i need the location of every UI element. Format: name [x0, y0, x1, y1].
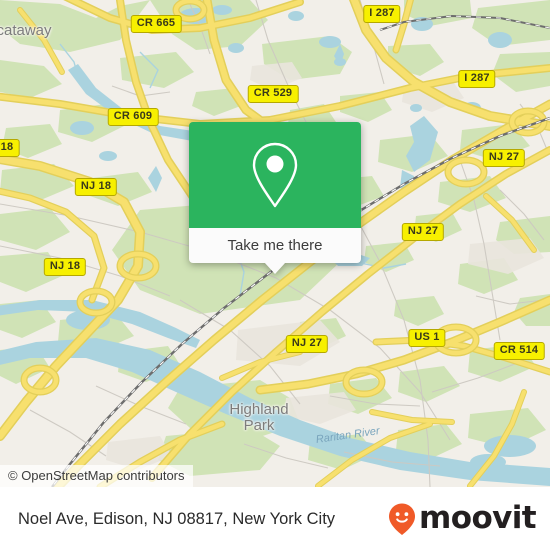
road-shield: NJ 27 — [482, 149, 526, 167]
moovit-smiley-pin-icon — [389, 503, 416, 535]
road-shield: I 287 — [363, 5, 401, 23]
moovit-logo[interactable]: moovit — [387, 500, 537, 536]
popup-tail-pointer — [264, 262, 286, 274]
place-label: Highland Park — [229, 401, 289, 434]
moovit-map-screenshot: CR 665 I 287 CR 529 I 287 CR 609 18 NJ 27 NJ 18… — [0, 0, 550, 550]
map-pin-icon — [252, 142, 298, 208]
popup-action-bar[interactable]: Take me there — [189, 228, 361, 263]
take-me-there-label: Take me there — [227, 236, 323, 254]
road-shield: US 1 — [408, 329, 446, 347]
road-shield: NJ 18 — [43, 258, 87, 276]
road-shield: CR 514 — [493, 342, 545, 360]
destination-popup-card[interactable]: Take me there — [189, 122, 361, 274]
road-shield: NJ 18 — [74, 178, 118, 196]
footer-bar: Noel Ave, Edison, NJ 08817, New York Cit… — [0, 487, 550, 550]
road-shield: CR 665 — [130, 15, 182, 33]
map-canvas[interactable]: CR 665 I 287 CR 529 I 287 CR 609 18 NJ 27 NJ 18… — [0, 0, 550, 487]
road-shield: CR 529 — [247, 85, 299, 103]
address-label: Noel Ave, Edison, NJ 08817, New York Cit… — [18, 509, 336, 528]
road-shield: NJ 27 — [401, 223, 445, 241]
footer-content: Noel Ave, Edison, NJ 08817, New York Cit… — [0, 487, 550, 550]
osm-attribution[interactable]: © OpenStreetMap contributors — [0, 465, 193, 487]
moovit-wordmark: moovit — [419, 500, 537, 536]
place-label: cataway — [0, 22, 52, 39]
road-shield: I 287 — [458, 70, 496, 88]
road-shield: 18 — [0, 139, 20, 157]
road-shield: CR 609 — [107, 108, 159, 126]
popup-marker-panel — [189, 122, 361, 228]
road-shield: NJ 27 — [285, 335, 329, 353]
